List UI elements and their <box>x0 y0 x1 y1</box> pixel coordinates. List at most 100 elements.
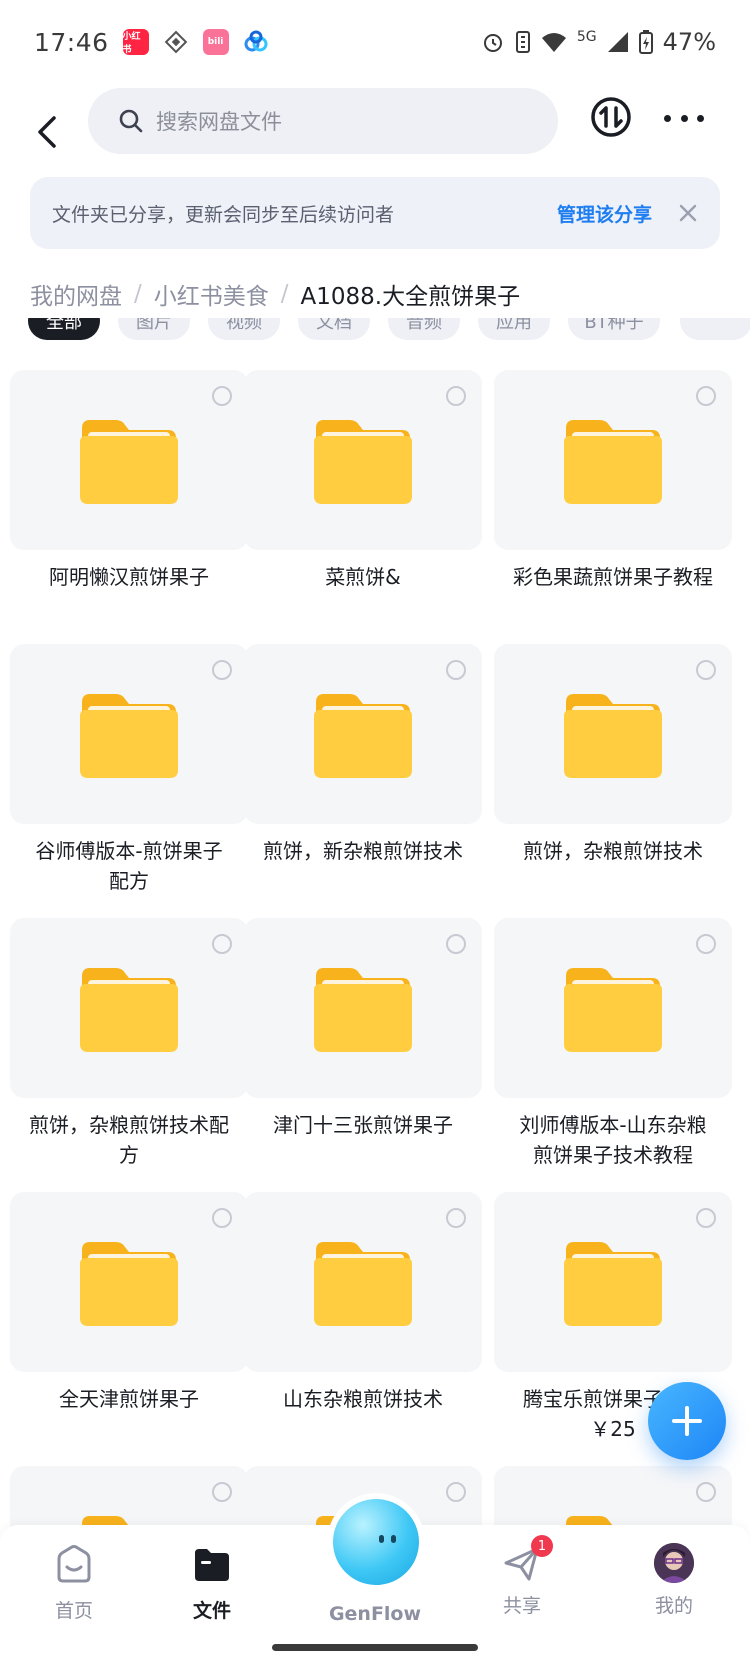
folder-item[interactable]: 阿明懒汉煎饼果子 <box>10 370 248 592</box>
select-checkbox[interactable] <box>696 660 716 680</box>
folder-name: 山东杂粮煎饼技术 <box>283 1387 443 1411</box>
select-checkbox[interactable] <box>696 386 716 406</box>
folder-icon <box>314 694 412 778</box>
select-checkbox[interactable] <box>696 1482 716 1502</box>
breadcrumb-link[interactable]: 我的网盘 <box>30 277 122 311</box>
folder-thumbnail <box>10 644 248 824</box>
nav-genflow[interactable]: GenFlow <box>315 1603 435 1625</box>
tab-apps[interactable]: 应用 <box>478 318 550 340</box>
folder-item[interactable]: 刘师傅版本-山东杂粮煎饼果子技术教程 <box>494 918 732 1170</box>
transfer-button[interactable] <box>590 96 632 138</box>
avatar-portrait-icon <box>654 1543 694 1583</box>
wifi-icon <box>541 33 566 52</box>
folder-item[interactable]: 煎饼，杂粮煎饼技术 <box>494 644 732 866</box>
select-checkbox[interactable] <box>212 1482 232 1502</box>
folder-name: 谷师傅版本-煎饼果子配方 <box>35 839 223 893</box>
select-checkbox[interactable] <box>446 386 466 406</box>
folder-item[interactable]: 全天津煎饼果子 <box>10 1192 248 1414</box>
folder-icon <box>564 694 662 778</box>
select-checkbox[interactable] <box>446 1482 466 1502</box>
folder-item[interactable]: 煎饼，杂粮煎饼技术配方 <box>10 918 248 1170</box>
tab-images[interactable]: 图片 <box>118 318 190 340</box>
nav-files-label: 文件 <box>192 1600 231 1622</box>
select-checkbox[interactable] <box>446 934 466 954</box>
add-button[interactable] <box>648 1382 726 1460</box>
avatar <box>654 1543 694 1583</box>
file-type-tabs: 全部 图片 视频 文档 音频 应用 BT种子 <box>0 318 750 352</box>
genflow-assistant-icon[interactable] <box>333 1499 419 1585</box>
folder-thumbnail <box>494 370 732 550</box>
folder-item[interactable]: 谷师傅版本-煎饼果子配方 <box>10 644 248 896</box>
folder-icon <box>564 1242 662 1326</box>
share-badge: 1 <box>531 1535 553 1557</box>
folder-name: 全天津煎饼果子 <box>59 1387 199 1411</box>
signal-icon <box>607 32 628 52</box>
more-button[interactable] <box>664 106 704 130</box>
folder-item[interactable]: 津门十三张煎饼果子 <box>244 918 482 1140</box>
folder-name: 阿明懒汉煎饼果子 <box>49 565 209 589</box>
share-notice-text: 文件夹已分享，更新会同步至后续访问者 <box>52 203 395 226</box>
folder-item[interactable]: 菜煎饼& <box>244 370 482 592</box>
folder-icon <box>564 420 662 504</box>
tab-all[interactable]: 全部 <box>28 318 100 340</box>
nav-share[interactable]: 1 共享 <box>462 1535 582 1618</box>
share-nav-icon-wrap: 1 <box>501 1535 553 1585</box>
folder-thumbnail <box>244 644 482 824</box>
folder-icon <box>314 1242 412 1326</box>
tab-videos[interactable]: 视频 <box>208 318 280 340</box>
battery-level: 47% <box>662 28 716 56</box>
manage-share-link[interactable]: 管理该分享 <box>557 200 652 227</box>
select-checkbox[interactable] <box>212 386 232 406</box>
nav-genflow-label: GenFlow <box>328 1603 422 1625</box>
tab-bt[interactable]: BT种子 <box>568 318 660 340</box>
nav-home[interactable]: 首页 <box>14 1543 134 1623</box>
breadcrumb-separator: / <box>280 281 289 307</box>
select-checkbox[interactable] <box>446 660 466 680</box>
folder-name: 煎饼，杂粮煎饼技术 <box>523 839 703 863</box>
folder-icon <box>314 968 412 1052</box>
select-checkbox[interactable] <box>696 934 716 954</box>
close-icon[interactable] <box>678 203 698 223</box>
folder-name: 刘师傅版本-山东杂粮煎饼果子技术教程 <box>519 1113 707 1167</box>
folder-icon <box>564 968 662 1052</box>
folder-thumbnail <box>494 644 732 824</box>
search-placeholder: 搜索网盘文件 <box>156 110 282 134</box>
folder-item[interactable]: 山东杂粮煎饼技术 <box>244 1192 482 1414</box>
nav-mine[interactable]: 我的 <box>614 1543 734 1618</box>
tab-audio[interactable]: 音频 <box>388 318 460 340</box>
folder-icon <box>80 694 178 778</box>
folder-thumbnail <box>494 918 732 1098</box>
baidu-netdisk-app-icon <box>243 29 269 55</box>
search-icon <box>119 109 143 133</box>
home-indicator[interactable] <box>272 1644 478 1651</box>
breadcrumb-link[interactable]: 小红书美食 <box>154 277 269 311</box>
select-checkbox[interactable] <box>212 660 232 680</box>
status-time: 17:46 <box>34 27 109 57</box>
select-checkbox[interactable] <box>212 934 232 954</box>
breadcrumb: 我的网盘 / 小红书美食 / A1088.大全煎饼果子 <box>30 277 520 311</box>
select-checkbox[interactable] <box>212 1208 232 1228</box>
status-bar: 17:46 小红书 bili 5G 47% <box>0 0 750 84</box>
chevron-left-icon <box>38 116 56 148</box>
tab-documents[interactable]: 文档 <box>298 318 370 340</box>
select-checkbox[interactable] <box>696 1208 716 1228</box>
folder-name: 津门十三张煎饼果子 <box>273 1113 453 1137</box>
diamond-app-icon <box>163 29 189 55</box>
folder-thumbnail <box>10 1192 248 1372</box>
folder-nav-icon <box>195 1549 229 1581</box>
search-input[interactable]: 搜索网盘文件 <box>88 88 558 154</box>
nav-home-label: 首页 <box>54 1600 93 1622</box>
back-button[interactable] <box>22 102 72 162</box>
folder-thumbnail <box>244 1192 482 1372</box>
tab-more[interactable] <box>680 318 750 340</box>
battery-icon <box>638 30 653 54</box>
select-checkbox[interactable] <box>446 1208 466 1228</box>
folder-item[interactable]: 彩色果蔬煎饼果子教程 <box>494 370 732 592</box>
folder-thumbnail <box>10 918 248 1098</box>
folder-item[interactable]: 煎饼，新杂粮煎饼技术 <box>244 644 482 866</box>
nav-files[interactable]: 文件 <box>152 1543 272 1623</box>
nav-share-label: 共享 <box>502 1595 541 1617</box>
breadcrumb-current: A1088.大全煎饼果子 <box>300 284 521 310</box>
genflow-eye-icon <box>379 1535 384 1543</box>
more-dot-icon <box>680 114 688 122</box>
